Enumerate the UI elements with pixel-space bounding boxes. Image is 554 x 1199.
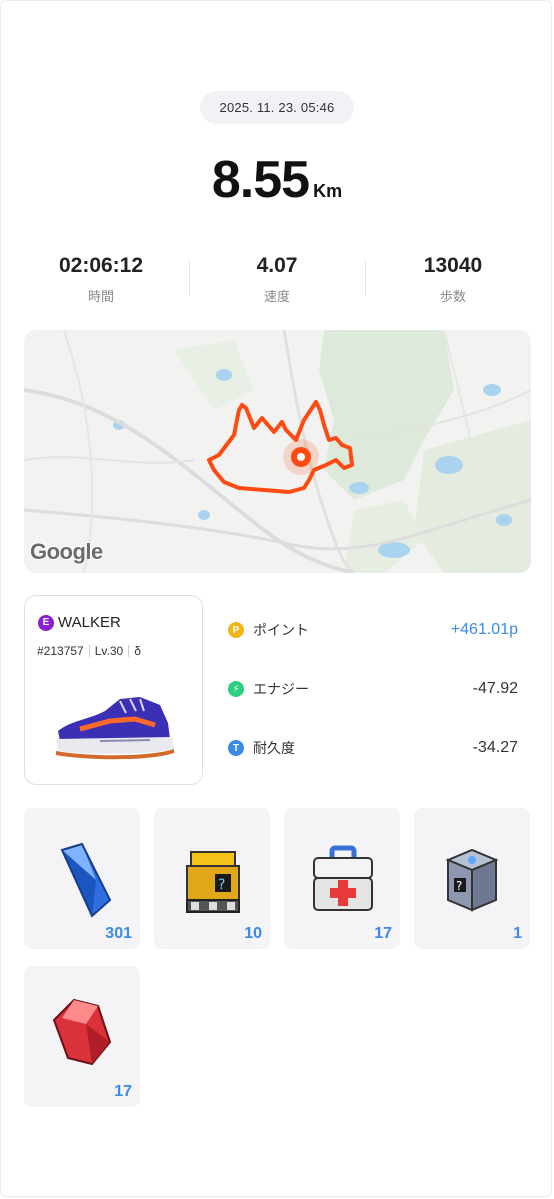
distance-display: 8.55 Km	[0, 150, 554, 210]
rewards-list: P ポイント +461.01p ⚡ エナジー -47.92 T 耐久度 -34.…	[228, 612, 518, 789]
item-count: 301	[105, 925, 132, 942]
item-yellow-mystery-box[interactable]: ? 10	[154, 808, 270, 949]
svg-text:?: ?	[218, 877, 225, 893]
durability-icon: T	[228, 740, 244, 756]
energy-icon: ⚡	[228, 681, 244, 697]
reward-row-energy: ⚡ エナジー -47.92	[228, 671, 518, 707]
stat-value: 02:06:12	[58, 254, 144, 277]
item-count: 17	[114, 1083, 132, 1100]
stat-speed: 4.07 速度	[189, 254, 365, 310]
datetime-text: 2025. 11. 23. 05:46	[219, 100, 335, 115]
stat-value: 13040	[423, 254, 483, 277]
reward-label: ポイント	[253, 622, 309, 638]
map-canvas	[24, 330, 531, 573]
reward-value: -47.92	[472, 680, 518, 697]
yellow-mystery-box-icon: ?	[186, 851, 240, 913]
point-icon: P	[228, 622, 244, 638]
nft-level: Lv.30	[94, 644, 124, 658]
nft-extra-icon: δ	[134, 644, 141, 658]
red-gem-icon	[52, 998, 112, 1066]
item-count: 17	[374, 925, 392, 942]
reward-row-durability: T 耐久度 -34.27	[228, 730, 518, 766]
stat-label: 速度	[263, 289, 290, 304]
distance-unit: Km	[313, 181, 343, 201]
reward-row-point: P ポイント +461.01p	[228, 612, 518, 648]
meta-divider	[88, 645, 90, 657]
google-attribution: Google	[30, 539, 103, 564]
distance-value: 8.55	[211, 151, 310, 209]
stat-steps: 13040 歩数	[365, 254, 541, 310]
sneaker-icon	[56, 697, 174, 760]
stat-label: 歩数	[439, 289, 466, 304]
item-red-gem[interactable]: 17	[24, 966, 140, 1107]
nft-type: E WALKER	[38, 614, 121, 631]
item-blue-crystal[interactable]: 301	[24, 808, 140, 949]
item-count: 10	[244, 925, 262, 942]
stat-label: 時間	[87, 289, 114, 304]
first-aid-kit-icon	[313, 845, 373, 911]
reward-label: 耐久度	[253, 740, 295, 756]
nft-card[interactable]: E WALKER #213757 Lv.30 δ	[24, 595, 203, 785]
route-map[interactable]: Google	[24, 330, 531, 573]
blue-crystal-icon	[60, 842, 112, 918]
datetime-pill: 2025. 11. 23. 05:46	[200, 91, 354, 124]
reward-label: エナジー	[253, 681, 309, 697]
stats-row: 02:06:12 時間 4.07 速度 13040 歩数	[13, 254, 541, 310]
reward-value: -34.27	[472, 739, 518, 756]
silver-mystery-box-icon: ?	[445, 848, 499, 912]
stat-value: 4.07	[256, 254, 298, 277]
epic-badge-icon: E	[38, 614, 54, 631]
meta-divider	[128, 645, 130, 657]
nft-meta: #213757 Lv.30 δ	[37, 644, 141, 658]
item-first-aid-kit[interactable]: 17	[284, 808, 400, 949]
nft-type-name: WALKER	[58, 614, 121, 631]
reward-value: +461.01p	[450, 621, 518, 638]
item-silver-mystery-box[interactable]: ? 1	[414, 808, 530, 949]
svg-text:?: ?	[456, 879, 462, 893]
nft-id: #213757	[37, 644, 84, 658]
item-count: 1	[513, 925, 522, 942]
stat-time: 02:06:12 時間	[13, 254, 189, 310]
